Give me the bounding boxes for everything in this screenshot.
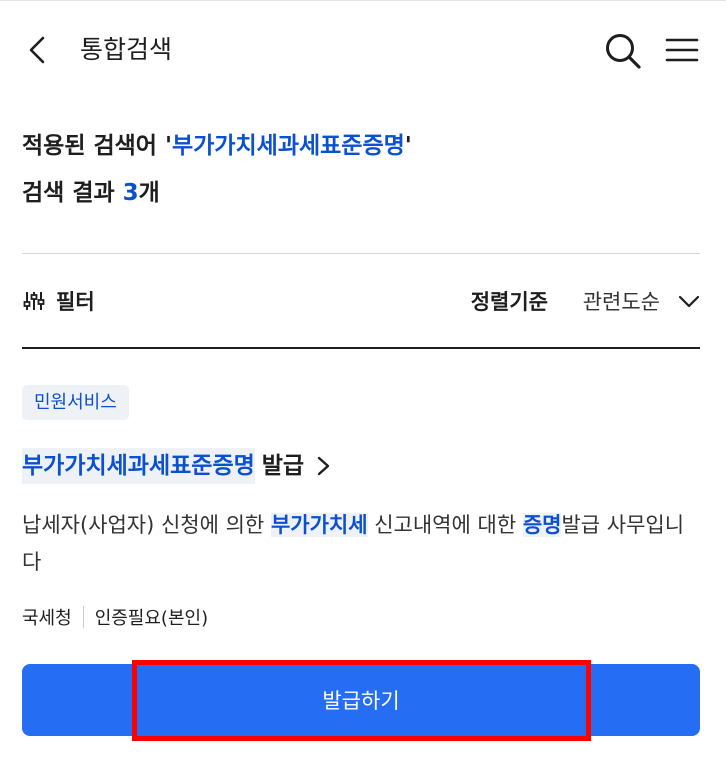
applied-keyword: 부가가치세과세표준증명 [172, 133, 405, 159]
applied-prefix: 적용된 검색어 ' [22, 133, 173, 159]
filter-sort-bar: 필터 정렬기준 관련도순 [22, 280, 700, 324]
filter-sliders-icon [23, 292, 45, 310]
applied-suffix: ' [404, 133, 412, 159]
desc-part2: 신고내역에 대한 [367, 513, 523, 537]
sort-title: 정렬기준 [470, 290, 548, 314]
sort-value: 관련도순 [582, 290, 660, 314]
chevron-down-icon [678, 295, 700, 308]
agency-label: 국세청 [22, 608, 72, 629]
result-suffix: 개 [138, 180, 160, 206]
result-prefix: 검색 결과 [22, 180, 123, 206]
result-count-line: 검색 결과 3개 [22, 175, 702, 211]
applied-keyword-line: 적용된 검색어 '부가가치세과세표준증명' [22, 128, 702, 164]
page-title: 통합검색 [80, 35, 173, 64]
result-meta: 국세청 인증필요(본인) [22, 604, 208, 630]
top-border [0, 0, 726, 1]
desc-keyword1: 부가가치세 [270, 513, 368, 537]
result-title-keyword: 부가가치세과세표준증명 [22, 448, 255, 484]
issue-button[interactable]: 발급하기 [22, 664, 700, 736]
search-icon [606, 34, 641, 69]
sort-dropdown[interactable]: 관련도순 [583, 286, 700, 316]
divider-strong [22, 347, 700, 349]
back-button[interactable] [22, 32, 54, 68]
category-badge: 민원서비스 [22, 385, 129, 420]
search-summary: 적용된 검색어 '부가가치세과세표준증명' 검색 결과 3개 [22, 128, 702, 211]
meta-separator [82, 606, 84, 628]
result-title-rest: 발급 [261, 453, 305, 479]
desc-keyword2: 증명 [522, 513, 562, 537]
menu-button[interactable] [664, 32, 700, 68]
divider [22, 253, 700, 254]
app-header: 통합검색 [0, 18, 726, 82]
search-button[interactable] [602, 30, 642, 70]
desc-part1: 납세자(사업자) 신청에 의한 [22, 513, 271, 537]
filter-button[interactable]: 필터 [22, 286, 95, 316]
chevron-left-icon [29, 36, 45, 64]
result-title-link[interactable]: 부가가치세과세표준증명 발급 [22, 448, 334, 484]
filter-label: 필터 [56, 290, 95, 314]
result-count: 3 [122, 180, 139, 206]
hamburger-menu-icon [665, 38, 699, 62]
chevron-right-icon [317, 456, 330, 476]
result-description: 납세자(사업자) 신청에 의한 부가가치세 신고내역에 대한 증명발급 사무입니… [22, 507, 702, 581]
auth-label: 인증필요(본인) [94, 608, 209, 629]
